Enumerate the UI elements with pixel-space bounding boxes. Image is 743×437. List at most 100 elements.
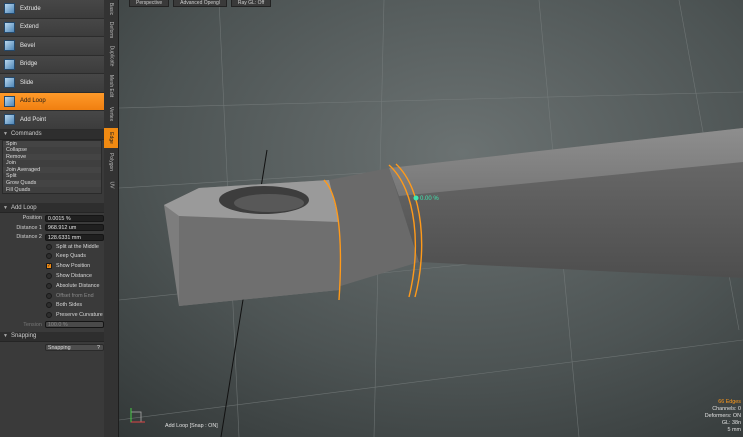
option-label: Both Sides xyxy=(56,302,83,309)
collapse-triangle-icon[interactable]: ▼ xyxy=(3,205,8,211)
viewport-header-button[interactable]: Ray GL: Off xyxy=(230,0,272,7)
add-point-icon xyxy=(4,114,15,126)
tab-label: Edge xyxy=(108,132,114,144)
tab-duplicate[interactable]: Duplicate xyxy=(104,42,118,70)
tool-button-slide[interactable]: Slide xyxy=(0,74,104,93)
tab-basic[interactable]: Basic xyxy=(104,0,118,18)
tool-button-bridge[interactable]: Bridge xyxy=(0,55,104,74)
snapping-row: Snapping? xyxy=(0,343,104,353)
tool-button-extrude[interactable]: Extrude xyxy=(0,0,104,19)
checkbox-icon[interactable] xyxy=(46,273,52,280)
option-absolute-distance[interactable]: Absolute Distance xyxy=(0,281,104,291)
checkbox-icon[interactable] xyxy=(46,282,52,289)
tool-button-add-point[interactable]: Add Point xyxy=(0,111,104,130)
tension-field[interactable]: 100.0 % xyxy=(44,321,104,329)
viewport-header-button[interactable]: Perspective xyxy=(129,0,170,7)
tool-label: Slide xyxy=(20,79,34,86)
tool-label: Add Loop xyxy=(20,98,46,105)
loop-position-handle[interactable] xyxy=(413,195,419,201)
tab-label: Polygon xyxy=(108,152,115,172)
tab-label: Duplicate xyxy=(108,45,115,67)
tool-properties-header[interactable]: ▼ Add Loop xyxy=(0,203,104,214)
tab-deform[interactable]: Deform xyxy=(104,20,118,40)
tab-edge[interactable]: Edge xyxy=(104,128,118,148)
tab-label: UV xyxy=(107,181,114,189)
command-item[interactable]: Join xyxy=(3,160,101,167)
tension-label: Tension xyxy=(23,321,42,328)
checkbox-icon[interactable] xyxy=(46,253,52,260)
command-item[interactable]: Split xyxy=(3,173,101,181)
property-input[interactable]: 0.0015 % xyxy=(44,214,104,222)
collapse-triangle-icon[interactable]: ▼ xyxy=(3,333,8,339)
checkbox-icon[interactable] xyxy=(46,302,52,309)
tab-vertex[interactable]: Vertex xyxy=(104,101,118,126)
property-input[interactable]: 128.6331 mm xyxy=(44,233,104,241)
checkbox-icon[interactable] xyxy=(46,312,52,319)
option-label: Absolute Distance xyxy=(56,282,100,289)
tool-properties-fields: Position 0.0015 % Distance 1 968.912 um Dist… xyxy=(0,213,104,242)
viewport-canvas[interactable]: 0.00 % xyxy=(119,0,743,437)
tab-label: Vertex xyxy=(108,106,114,121)
property-row: Position 0.0015 % xyxy=(0,213,104,223)
commands-header[interactable]: ▼ Commands xyxy=(0,129,104,140)
command-item[interactable]: Grow Quads xyxy=(3,180,101,187)
commands-list: Spin Collapse Remove Join Join Averaged Split… xyxy=(2,139,102,195)
tab-label: Basic xyxy=(107,2,114,16)
snapping-dropdown-value: Snapping xyxy=(47,344,71,351)
checkbox-icon[interactable] xyxy=(46,292,52,299)
option-label: Offset from End xyxy=(56,292,94,299)
command-item[interactable]: Remove xyxy=(3,153,101,161)
deformer-status: Deformers: ON xyxy=(704,413,741,419)
viewport-info: 66 Edges Channels: 0 Deformers: ON GL: 3… xyxy=(705,399,741,434)
tool-label: Bevel xyxy=(20,42,36,49)
add-loop-icon xyxy=(4,95,15,107)
commands-header-label: Commands xyxy=(10,131,42,137)
grid-size: 5 mm xyxy=(727,427,741,433)
property-input[interactable]: 968.912 um xyxy=(44,224,104,231)
option-label: Split at the Middle xyxy=(56,243,99,250)
option-keep-quads[interactable]: Keep Quads xyxy=(0,252,104,262)
checkbox-icon[interactable] xyxy=(46,243,52,250)
property-label: Position xyxy=(22,215,42,221)
tool-button-bevel[interactable]: Bevel xyxy=(0,37,104,56)
status-text: Add Loop [Snap : ON] xyxy=(165,423,218,429)
edge-count: 66 Edges xyxy=(718,399,741,405)
tab-polygon[interactable]: Polygon xyxy=(104,150,118,174)
viewport-header-button[interactable]: Advanced Opengl xyxy=(173,0,227,7)
gl-readout: GL: 38n xyxy=(721,420,741,426)
tool-button-add-loop[interactable]: Add Loop xyxy=(0,92,104,111)
bridge-icon xyxy=(4,58,15,70)
tension-row: Tension 100.0 % xyxy=(0,320,104,330)
command-item[interactable]: Join Averaged xyxy=(3,166,101,174)
tab-uv[interactable]: UV xyxy=(104,176,118,194)
option-offset-from-end[interactable]: Offset from End xyxy=(0,291,104,301)
option-label: Show Position xyxy=(56,263,91,270)
tool-label: Extrude xyxy=(20,5,41,12)
tool-label: Add Point xyxy=(20,116,47,123)
command-item[interactable]: Fill Quads xyxy=(3,186,101,194)
tool-properties-title: Add Loop xyxy=(10,204,37,211)
option-split-at-the-middle[interactable]: Split at the Middle xyxy=(0,242,104,252)
option-label: Show Distance xyxy=(56,273,92,280)
command-item[interactable]: Spin xyxy=(3,140,101,148)
tool-label: Extend xyxy=(20,24,39,31)
3d-viewport[interactable]: 0.00 % Perspective Advanced Opengl Ray GL:… xyxy=(119,0,743,437)
option-show-distance[interactable]: Show Distance xyxy=(0,271,104,281)
snapping-dropdown[interactable]: Snapping? xyxy=(44,343,104,351)
tool-button-extend[interactable]: Extend xyxy=(0,18,104,37)
collapse-triangle-icon[interactable]: ▼ xyxy=(3,131,8,137)
property-row: Distance 1 968.912 um xyxy=(0,223,104,233)
tab-mesh-edit[interactable]: Mesh Edit xyxy=(104,72,118,99)
property-label: Distance 2 xyxy=(16,234,42,240)
vertical-tab-bar: Basic Deform Duplicate Mesh Edit Vertex Edge P… xyxy=(104,0,119,437)
viewport-header: Perspective Advanced Opengl Ray GL: Off xyxy=(129,0,272,7)
option-show-position[interactable]: ✓ Show Position xyxy=(0,261,104,271)
option-both-sides[interactable]: Both Sides xyxy=(0,301,104,311)
extrude-icon xyxy=(4,3,15,15)
snapping-header[interactable]: ▼ Snapping xyxy=(0,331,104,342)
tool-properties-options: Split at the Middle Keep Quads ✓ Show Posit… xyxy=(0,242,104,320)
checkbox-checked-icon[interactable]: ✓ xyxy=(46,263,52,270)
command-item[interactable]: Collapse xyxy=(3,147,101,154)
option-label: Keep Quads xyxy=(56,253,86,260)
option-preserve-curvature[interactable]: Preserve Curvature xyxy=(0,310,104,320)
